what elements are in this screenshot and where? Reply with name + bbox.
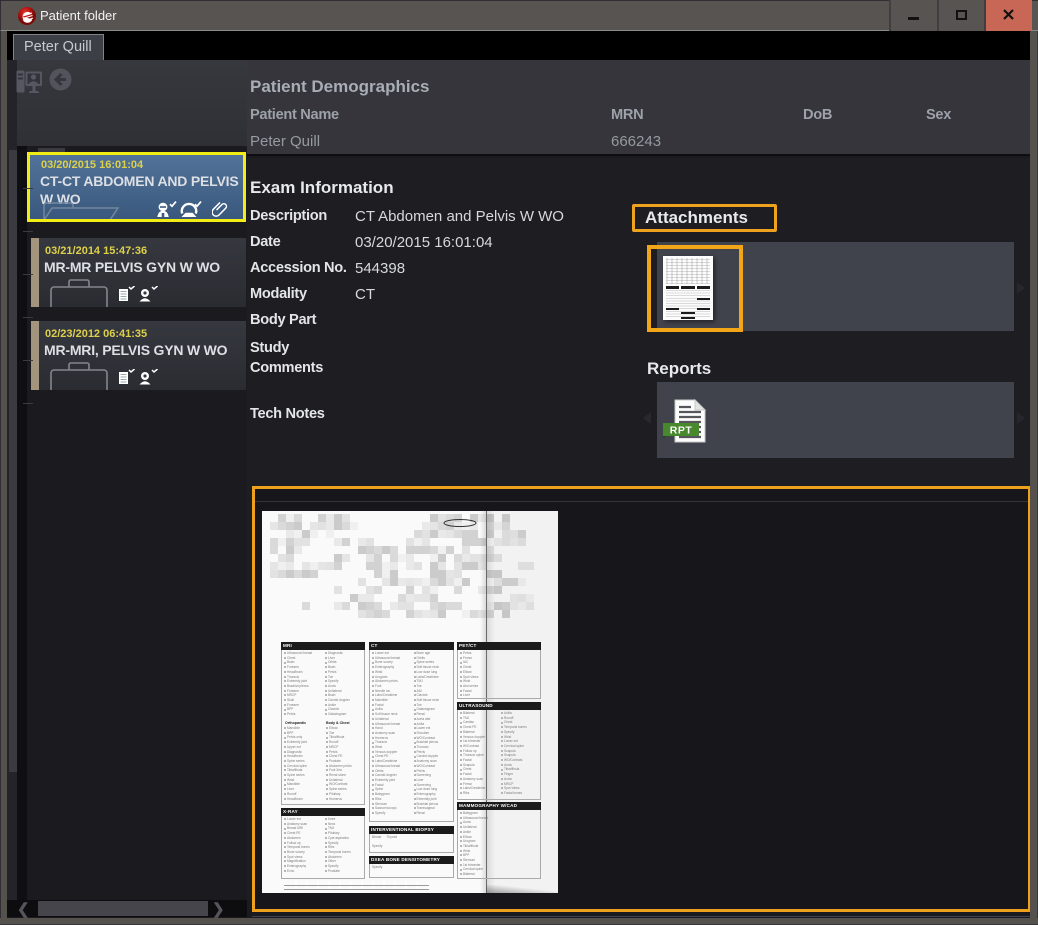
svg-text:RPT: RPT bbox=[670, 425, 693, 437]
